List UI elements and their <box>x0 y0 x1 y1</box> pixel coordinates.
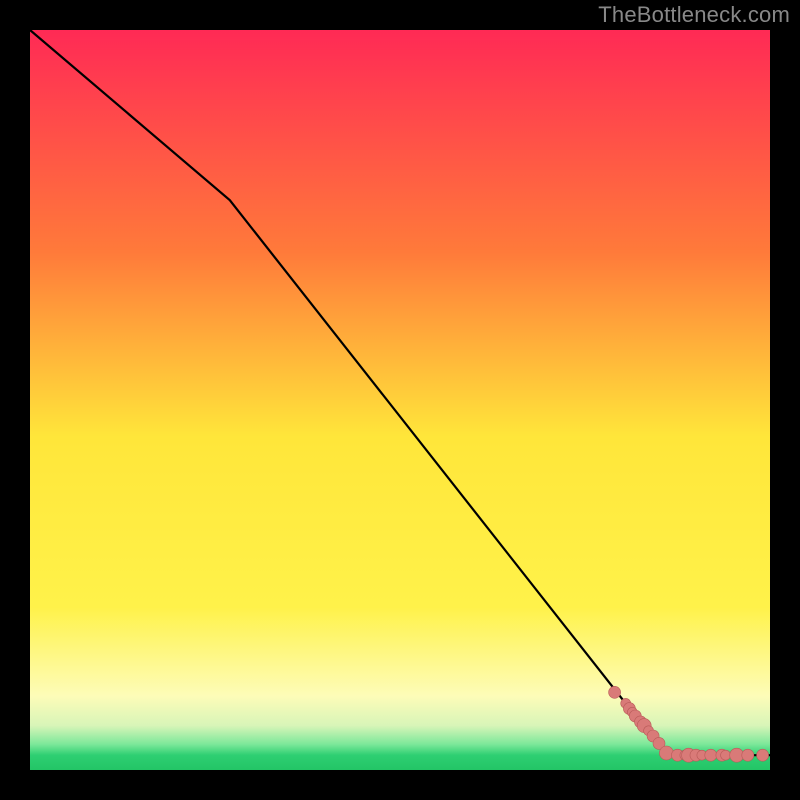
gradient-background <box>30 30 770 770</box>
data-point <box>609 686 621 698</box>
chart-svg <box>30 30 770 770</box>
data-point <box>659 746 673 760</box>
watermark-text: TheBottleneck.com <box>598 2 790 28</box>
data-point <box>757 749 769 761</box>
plot-area <box>30 30 770 770</box>
data-point <box>742 749 754 761</box>
chart-frame: TheBottleneck.com <box>0 0 800 800</box>
data-point <box>721 750 731 760</box>
data-point <box>705 749 717 761</box>
